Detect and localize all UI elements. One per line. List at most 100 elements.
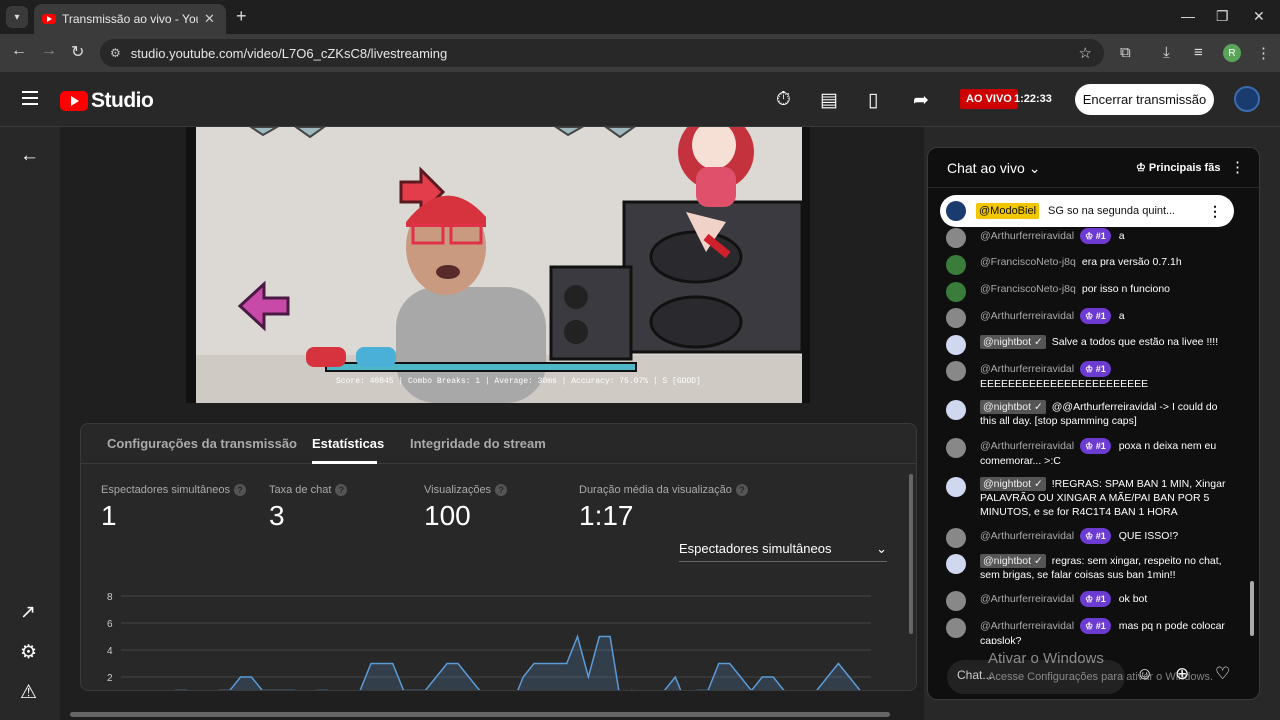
pinned-message[interactable]: @ModoBiel SG so na segunda quint... ⋮ bbox=[940, 195, 1234, 227]
tab-stream-health[interactable]: Integridade do stream bbox=[410, 436, 546, 451]
chat-author[interactable]: @Arthurferreiravidal bbox=[980, 363, 1074, 375]
live-duration: 1:22:33 bbox=[1014, 93, 1052, 105]
settings-gear-icon[interactable]: ⚙ bbox=[20, 641, 37, 664]
browser-menu-icon[interactable]: ⋮ bbox=[1256, 44, 1271, 62]
maximize-icon[interactable]: ❐ bbox=[1216, 8, 1229, 25]
bookmark-star-icon[interactable]: ☆ bbox=[1079, 44, 1092, 62]
chat-message[interactable]: @Arthurferreiravidal ♔ #1 a bbox=[946, 228, 1236, 248]
metric-select[interactable]: Espectadores simultâneos ⌄ bbox=[679, 536, 887, 562]
fan-rank-value: #1 bbox=[1095, 531, 1106, 541]
chat-message[interactable]: @Arthurferreiravidal ♔ #1 mas pq n pode co… bbox=[946, 618, 1236, 644]
chat-more-icon[interactable]: ⋮ bbox=[1230, 158, 1245, 176]
clapperboard-icon[interactable]: ▤ bbox=[820, 89, 838, 112]
chat-message[interactable]: @FranciscoNeto-j8q por isso n funciono bbox=[946, 282, 1236, 302]
new-tab-icon[interactable]: + bbox=[236, 6, 247, 27]
stream-preview[interactable]: Score: 40845 | Combo Breaks: 1 | Average… bbox=[186, 127, 810, 403]
top-fans-button[interactable]: ♔ Principais fãs bbox=[1136, 161, 1220, 174]
end-stream-button[interactable]: Encerrar transmissão bbox=[1075, 84, 1214, 115]
chat-header: Chat ao vivo ⌄ ♔ Principais fãs ⋮ bbox=[928, 148, 1259, 188]
chat-author[interactable]: @nightbot ✓ bbox=[980, 477, 1046, 491]
chat-message-body: @Arthurferreiravidal ♔ #1EEEEEEEEEEEEEEEE… bbox=[980, 361, 1236, 391]
chat-message[interactable]: @nightbot ✓ !REGRAS: SPAM BAN 1 MIN, Xing… bbox=[946, 477, 1236, 519]
window-close-icon[interactable]: ✕ bbox=[1253, 8, 1265, 25]
y-tick-label: 8 bbox=[107, 592, 113, 603]
chat-message[interactable]: @nightbot ✓ Salve a todos que estão na li… bbox=[946, 335, 1236, 355]
viewers-chart: 2 4 6 8 bbox=[107, 592, 871, 690]
youtube-logo-icon bbox=[60, 91, 88, 111]
profile-avatar[interactable]: R bbox=[1223, 44, 1241, 62]
chat-author[interactable]: @Arthurferreiravidal bbox=[980, 620, 1074, 632]
hamburger-menu-icon[interactable] bbox=[22, 91, 38, 109]
help-icon[interactable]: ? bbox=[735, 484, 748, 496]
chat-message-body: @Arthurferreiravidal ♔ #1 QUE ISSO!? bbox=[980, 528, 1236, 544]
chat-message[interactable]: @FranciscoNeto-j8q era pra versão 0.7.1h bbox=[946, 255, 1236, 275]
tab-statistics[interactable]: Estatísticas bbox=[312, 436, 384, 451]
help-icon[interactable]: ? bbox=[234, 484, 247, 496]
chat-message-body: @Arthurferreiravidal ♔ #1 a bbox=[980, 308, 1236, 324]
chat-message[interactable]: @nightbot ✓ @@Arthurferreiravidal -> I co… bbox=[946, 400, 1236, 428]
studio-logo[interactable]: Studio bbox=[60, 89, 154, 113]
chat-author[interactable]: @nightbot ✓ bbox=[980, 400, 1046, 414]
minimize-icon[interactable]: — bbox=[1181, 8, 1195, 24]
timer-icon[interactable]: ⏱ bbox=[776, 89, 791, 111]
game-hud-text: Score: 40845 | Combo Breaks: 1 | Average… bbox=[336, 377, 701, 386]
chat-message[interactable]: @Arthurferreiravidal ♔ #1 ok bot bbox=[946, 591, 1236, 611]
back-icon[interactable]: ← bbox=[11, 42, 27, 60]
feedback-icon[interactable]: ⚠ bbox=[20, 681, 37, 704]
series-line bbox=[174, 634, 861, 690]
chat-author[interactable]: @FranciscoNeto-j8q bbox=[980, 283, 1076, 295]
tab-close-icon[interactable]: ✕ bbox=[204, 11, 215, 27]
chat-text: a bbox=[1118, 310, 1125, 322]
media-control-icon[interactable]: ≡ bbox=[1194, 44, 1203, 61]
chat-text: EEEEEEEEEEEEEEEEEEEEEEEE bbox=[980, 378, 1149, 390]
y-tick-label: 6 bbox=[107, 619, 113, 630]
stats-scrollbar[interactable] bbox=[909, 474, 913, 634]
chat-message[interactable]: @nightbot ✓ regras: sem xingar, respeito … bbox=[946, 554, 1236, 582]
chat-message[interactable]: @Arthurferreiravidal ♔ #1 poxa n deixa nem… bbox=[946, 438, 1236, 468]
address-bar[interactable]: ⚙ studio.youtube.com/video/L7O6_cZKsC8/l… bbox=[100, 39, 1104, 67]
channel-avatar[interactable] bbox=[1234, 86, 1260, 112]
horizontal-scrollbar[interactable] bbox=[70, 712, 890, 717]
avatar bbox=[946, 308, 966, 328]
fan-rank-value: #1 bbox=[1095, 364, 1106, 374]
bookmark-icon[interactable]: ▯ bbox=[868, 89, 878, 112]
chat-author[interactable]: @Arthurferreiravidal bbox=[980, 440, 1074, 452]
chat-author[interactable]: @FranciscoNeto-j8q bbox=[980, 256, 1076, 268]
browser-tab[interactable]: Transmissão ao vivo - YouTube ✕ bbox=[34, 4, 226, 34]
reload-icon[interactable]: ↻ bbox=[71, 42, 84, 62]
heart-icon[interactable]: ♡ bbox=[1215, 664, 1230, 684]
chat-author[interactable]: @nightbot ✓ bbox=[980, 554, 1046, 568]
external-link-icon[interactable]: ↗ bbox=[20, 601, 36, 624]
chat-scrollbar[interactable] bbox=[1250, 581, 1254, 636]
studio-header: Studio ⏱ ▤ ▯ ➦ AO VIVO 1:22:33 Encerrar … bbox=[0, 72, 1280, 127]
share-icon[interactable]: ➦ bbox=[913, 89, 929, 112]
site-info-icon[interactable]: ⚙ bbox=[110, 46, 121, 60]
help-icon[interactable]: ? bbox=[495, 484, 508, 496]
help-icon[interactable]: ? bbox=[335, 484, 348, 496]
tab-search-icon[interactable]: ▾ bbox=[6, 6, 28, 28]
extensions-icon[interactable]: ⧉ bbox=[1120, 44, 1131, 61]
avatar bbox=[946, 554, 966, 574]
forward-icon[interactable]: → bbox=[41, 42, 57, 60]
chat-author[interactable]: @Arthurferreiravidal bbox=[980, 310, 1074, 322]
chat-title[interactable]: Chat ao vivo ⌄ bbox=[947, 160, 1040, 177]
chat-message[interactable]: @Arthurferreiravidal ♔ #1EEEEEEEEEEEEEEEE… bbox=[946, 361, 1236, 391]
browser-tab-bar: ▾ Transmissão ao vivo - YouTube ✕ + — ❐ … bbox=[0, 0, 1280, 34]
chat-author[interactable]: @Arthurferreiravidal bbox=[980, 230, 1074, 242]
chat-author[interactable]: @nightbot ✓ bbox=[980, 335, 1046, 349]
browser-toolbar: ← → ↻ ⚙ studio.youtube.com/video/L7O6_cZ… bbox=[0, 34, 1280, 72]
chat-message[interactable]: @Arthurferreiravidal ♔ #1 QUE ISSO!? bbox=[946, 528, 1236, 548]
chat-text: por isso n funciono bbox=[1081, 283, 1170, 295]
pinned-more-icon[interactable]: ⋮ bbox=[1208, 203, 1222, 220]
tab-title: Transmissão ao vivo - YouTube bbox=[62, 12, 198, 26]
chat-author[interactable]: @Arthurferreiravidal bbox=[980, 593, 1074, 605]
windows-activation-subtitle: Acesse Configurações para ativar o Windo… bbox=[988, 671, 1213, 683]
metric-label: Duração média da visualização? bbox=[579, 484, 748, 496]
download-icon[interactable]: ⤓ bbox=[1163, 44, 1170, 61]
chat-message[interactable]: @Arthurferreiravidal ♔ #1 a bbox=[946, 308, 1236, 328]
chat-author[interactable]: @Arthurferreiravidal bbox=[980, 530, 1074, 542]
tab-stream-settings[interactable]: Configurações da transmissão bbox=[107, 436, 297, 451]
back-arrow-icon[interactable]: ← bbox=[20, 145, 39, 167]
avatar bbox=[946, 282, 966, 302]
chat-message-body: @nightbot ✓ regras: sem xingar, respeito … bbox=[980, 554, 1236, 582]
